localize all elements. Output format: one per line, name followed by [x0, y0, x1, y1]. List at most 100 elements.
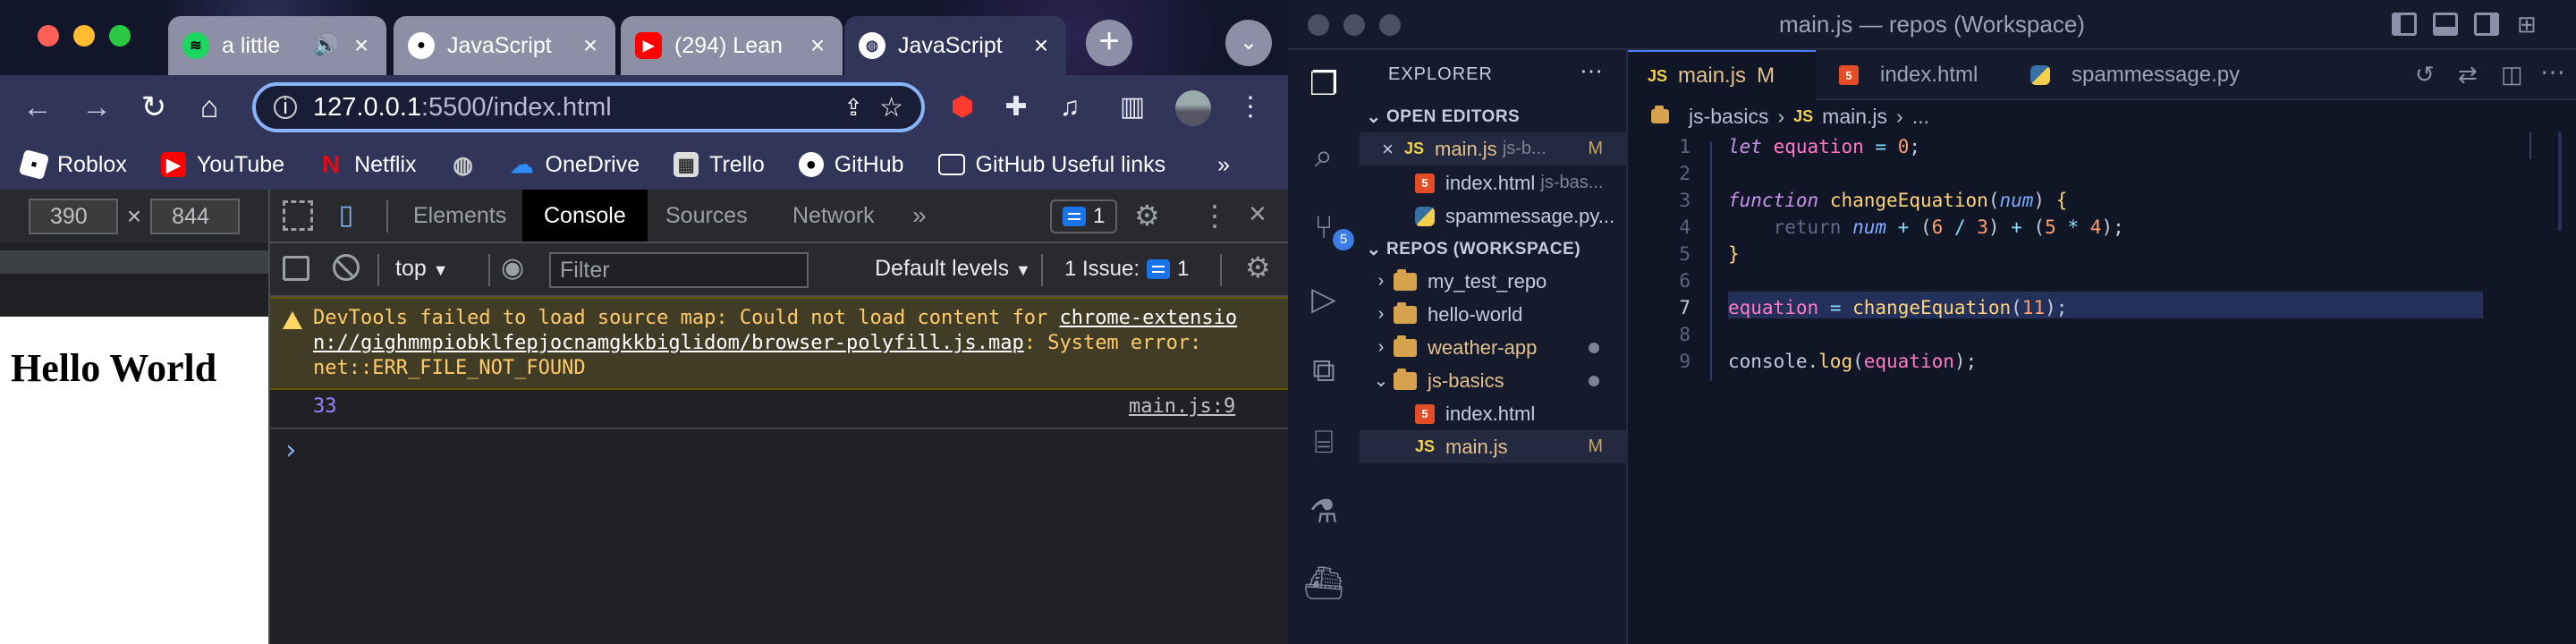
- bookmark-trello[interactable]: ▦ Trello: [674, 152, 765, 178]
- remote-explorer-icon[interactable]: ⌸: [1301, 419, 1347, 465]
- reload-icon[interactable]: ↻: [131, 84, 177, 131]
- tab-javascript-active[interactable]: ◍ JavaScript ×: [844, 16, 1066, 75]
- split-editor-icon[interactable]: ◫: [2501, 61, 2523, 89]
- context-selector[interactable]: top ▼: [395, 256, 449, 282]
- source-map-link[interactable]: chrome-extensio: [1059, 307, 1237, 329]
- speaker-icon[interactable]: 🔊: [314, 34, 338, 57]
- tree-folder-my-test-repo[interactable]: › my_test_repo: [1360, 265, 1628, 298]
- console-settings-gear-icon[interactable]: ⚙: [1245, 250, 1271, 284]
- media-query-bar[interactable]: [0, 250, 268, 274]
- console-filter-input[interactable]: Filter: [549, 252, 809, 288]
- home-icon[interactable]: ⌂: [186, 84, 233, 131]
- bookmarks-overflow-button[interactable]: »: [1217, 152, 1230, 178]
- editor-tab-main-js[interactable]: JS main.js M: [1628, 50, 1816, 100]
- tree-folder-weather-app[interactable]: › weather-app: [1360, 331, 1628, 364]
- breadcrumb-main-js[interactable]: main.js: [1822, 105, 1887, 129]
- extensions-icon[interactable]: ⧉: [1301, 347, 1347, 394]
- tab-console[interactable]: Console: [522, 190, 648, 242]
- zoom-window-button[interactable]: [109, 25, 131, 47]
- menu-kebab-icon[interactable]: ⋮: [1227, 84, 1274, 131]
- close-tab-icon[interactable]: ×: [1030, 31, 1052, 60]
- share-icon[interactable]: ⇪: [843, 94, 863, 122]
- tree-file-index-html[interactable]: 5 index.html: [1360, 397, 1628, 430]
- console-prompt[interactable]: ›: [283, 435, 299, 466]
- search-icon[interactable]: ⌕: [1301, 132, 1347, 179]
- close-tab-icon[interactable]: ×: [351, 31, 372, 60]
- forward-arrow-icon[interactable]: →: [73, 84, 120, 131]
- close-tab-icon[interactable]: ×: [807, 31, 828, 60]
- editor-tab-spammessage-py[interactable]: spammessage.py: [2011, 50, 2279, 100]
- tree-folder-hello-world[interactable]: › hello-world: [1360, 298, 1628, 331]
- toggle-panel-icon[interactable]: [2433, 13, 2458, 36]
- more-tabs-icon[interactable]: »: [891, 190, 948, 242]
- close-tab-icon[interactable]: ×: [580, 31, 601, 60]
- toggle-secondary-sidebar-icon[interactable]: [2474, 13, 2499, 36]
- tab-youtube[interactable]: ▶ (294) Lean ×: [621, 16, 843, 75]
- avatar[interactable]: [1170, 84, 1216, 131]
- explorer-files-icon[interactable]: ❐: [1301, 61, 1347, 107]
- bookmark-globe[interactable]: ◍: [451, 151, 476, 178]
- editor-tab-index-html[interactable]: 5 index.html: [1819, 50, 2007, 100]
- vertical-scrollbar[interactable]: [2558, 132, 2562, 231]
- inspect-element-icon[interactable]: [283, 200, 313, 231]
- open-editors-section[interactable]: ⌄ OPEN EDITORS: [1360, 100, 1628, 133]
- bookmark-github[interactable]: ● GitHub: [798, 152, 904, 178]
- timeline-history-icon[interactable]: ↺: [2415, 61, 2435, 89]
- side-panel-icon[interactable]: ▥: [1109, 84, 1156, 131]
- breadcrumb-symbols[interactable]: ...: [1912, 105, 1929, 129]
- tab-spotify[interactable]: ≋ a little 🔊 ×: [168, 16, 386, 75]
- explorer-more-icon[interactable]: ⋯: [1580, 57, 1603, 85]
- tree-file-main-js[interactable]: JS main.js M: [1360, 430, 1628, 463]
- minimize-window-button[interactable]: [73, 25, 95, 47]
- open-editor-main-js[interactable]: × JS main.js js-b... M: [1360, 132, 1628, 165]
- close-devtools-icon[interactable]: ×: [1249, 197, 1267, 232]
- bookmark-youtube[interactable]: ▶ YouTube: [160, 152, 284, 178]
- close-editor-icon[interactable]: ×: [1360, 138, 1404, 161]
- extensions-puzzle-icon[interactable]: ✚: [993, 84, 1039, 131]
- bookmark-folder-github-useful-links[interactable]: GitHub Useful links: [937, 152, 1165, 178]
- testing-flask-icon[interactable]: ⚗: [1301, 488, 1347, 535]
- docker-icon[interactable]: ⛴: [1301, 560, 1347, 606]
- sidebar-toggle-icon[interactable]: [283, 256, 309, 281]
- tab-network[interactable]: Network: [771, 190, 896, 242]
- bookmark-netflix[interactable]: N Netflix: [318, 150, 417, 178]
- media-control-icon[interactable]: ♫: [1046, 84, 1093, 131]
- log-levels-dropdown[interactable]: Default levels ▼: [875, 256, 1031, 282]
- settings-gear-icon[interactable]: ⚙: [1134, 200, 1160, 231]
- live-expression-eye-icon[interactable]: ◉: [501, 252, 524, 284]
- new-tab-button[interactable]: +: [1086, 20, 1132, 66]
- tab-search-chevron-icon[interactable]: ⌄: [1225, 20, 1272, 66]
- address-bar[interactable]: i 127.0.0.1:5500/index.html ⇪ ☆: [252, 82, 925, 132]
- tab-github[interactable]: ● JavaScript ×: [394, 16, 615, 75]
- tab-sources[interactable]: Sources: [644, 190, 769, 242]
- issues-badge[interactable]: 1: [1050, 199, 1118, 233]
- open-changes-icon[interactable]: ⇄: [2458, 61, 2478, 89]
- bookmark-star-icon[interactable]: ☆: [879, 92, 903, 123]
- run-debug-icon[interactable]: ▷: [1301, 275, 1347, 322]
- device-width-input[interactable]: 390: [29, 199, 118, 234]
- log-source-link[interactable]: main.js:9: [1129, 395, 1235, 418]
- tab-elements[interactable]: Elements: [392, 190, 528, 242]
- devtools-menu-icon[interactable]: ⋮: [1200, 199, 1229, 233]
- source-map-link-continued[interactable]: n://gighmmpiobklfepjocnamgkkbiglidom/bro…: [313, 332, 1024, 354]
- issues-counter[interactable]: 1 Issue: 1: [1054, 252, 1199, 286]
- editor-more-icon[interactable]: ⋯: [2540, 57, 2565, 87]
- device-toggle-icon[interactable]: ▯: [329, 199, 363, 233]
- open-editor-index-html[interactable]: 5 index.html js-bas...: [1360, 166, 1628, 199]
- minimap-slider[interactable]: [2529, 132, 2531, 159]
- breadcrumb-js-basics[interactable]: js-basics: [1689, 105, 1768, 129]
- tree-folder-js-basics[interactable]: ⌄ js-basics: [1360, 364, 1628, 397]
- customize-layout-icon[interactable]: ⊞: [2517, 11, 2544, 38]
- toggle-primary-sidebar-icon[interactable]: [2392, 13, 2417, 36]
- close-window-button[interactable]: [38, 25, 59, 47]
- open-editor-spammessage-py[interactable]: spammessage.py...: [1360, 199, 1628, 233]
- info-icon[interactable]: i: [274, 95, 297, 119]
- device-height-input[interactable]: 844: [150, 199, 240, 234]
- workspace-section[interactable]: ⌄ REPOS (WORKSPACE): [1360, 233, 1628, 266]
- bookmark-roblox[interactable]: ▪ Roblox: [18, 148, 127, 181]
- code-editor[interactable]: 1 2 3 4 5 6 7 8 9 let equation = 0; func…: [1628, 132, 2576, 644]
- bookmark-onedrive[interactable]: ☁ OneDrive: [510, 151, 640, 178]
- clear-console-icon[interactable]: [333, 254, 360, 281]
- back-arrow-icon[interactable]: ←: [14, 84, 61, 131]
- adblock-extension-icon[interactable]: ⬢: [939, 84, 986, 131]
